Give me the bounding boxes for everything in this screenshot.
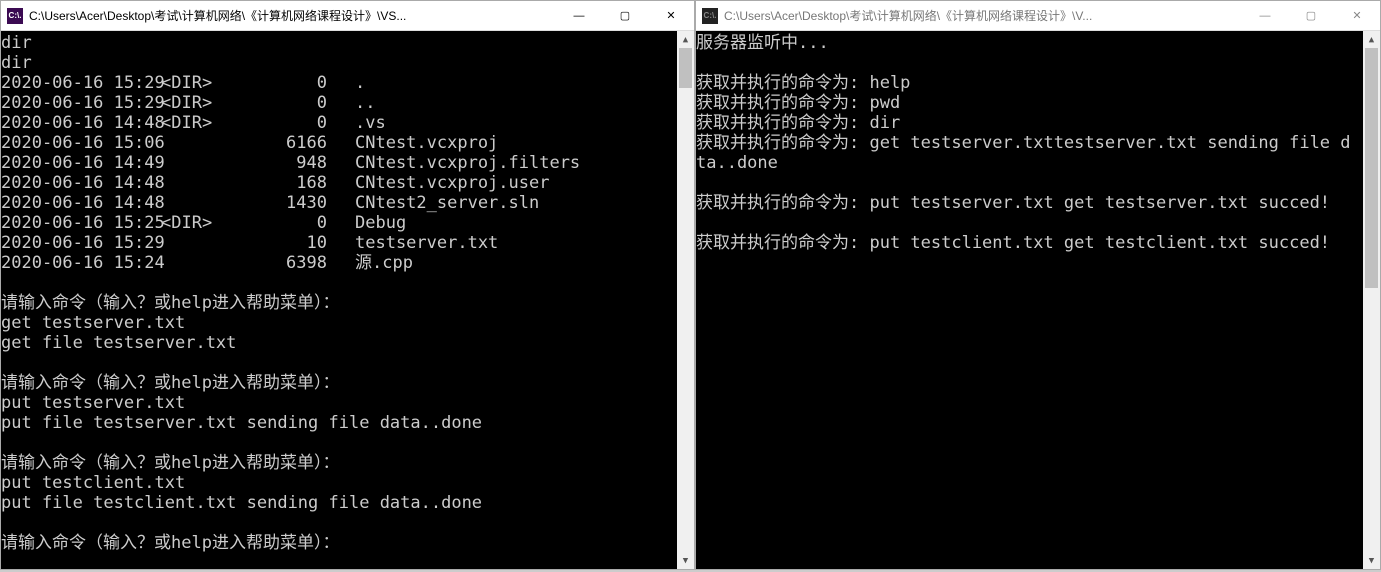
window-title-left: C:\Users\Acer\Desktop\考试\计算机网络\《计算机网络课程设…: [29, 7, 556, 24]
file-date: 2020-06-16 15:25: [1, 213, 161, 233]
file-date: 2020-06-16 14:49: [1, 153, 161, 173]
console-line: put testclient.txt: [1, 473, 677, 493]
file-name: testserver.txt: [355, 233, 498, 253]
file-date: 2020-06-16 15:24: [1, 253, 161, 273]
dir-listing-row: 2020-06-16 15:25<DIR>0 Debug: [1, 213, 677, 233]
file-size: 948: [231, 153, 331, 173]
file-name: CNtest.vcxproj: [355, 133, 498, 153]
console-line: 请输入命令（输入？或help进入帮助菜单）：: [1, 533, 677, 553]
console-line: [696, 213, 1363, 233]
console-line: put file testclient.txt sending file dat…: [1, 493, 677, 513]
scroll-track[interactable]: [677, 48, 694, 552]
file-name: CNtest.vcxproj.filters: [355, 153, 580, 173]
file-size: 1430: [231, 193, 331, 213]
console-app-icon: C:\.: [7, 8, 23, 24]
console-output-left[interactable]: dirdir2020-06-16 15:29<DIR>0.2020-06-16 …: [1, 31, 694, 569]
window-title-right: C:\Users\Acer\Desktop\考试\计算机网络\《计算机网络课程设…: [724, 7, 1242, 24]
dir-marker: <DIR>: [161, 213, 231, 233]
file-name: Debug: [355, 213, 406, 233]
console-line: [696, 53, 1363, 73]
dir-listing-row: 2020-06-16 15:29 10 testserver.txt: [1, 233, 677, 253]
file-size: 6166: [231, 133, 331, 153]
close-button[interactable]: ✕: [1334, 1, 1380, 30]
dir-listing-row: 2020-06-16 15:29<DIR>0..: [1, 93, 677, 113]
scroll-up-icon[interactable]: ▲: [677, 31, 694, 48]
vertical-scrollbar-left[interactable]: ▲ ▼: [677, 31, 694, 569]
file-date: 2020-06-16 14:48: [1, 173, 161, 193]
console-line: [1, 433, 677, 453]
file-size: 0: [231, 93, 331, 113]
scroll-up-icon[interactable]: ▲: [1363, 31, 1380, 48]
file-size: 168: [231, 173, 331, 193]
console-line: 请输入命令（输入？或help进入帮助菜单）：: [1, 453, 677, 473]
scroll-down-icon[interactable]: ▼: [1363, 552, 1380, 569]
scroll-thumb[interactable]: [1365, 48, 1378, 288]
console-line: dir: [1, 53, 677, 73]
file-size: 10: [231, 233, 331, 253]
vertical-scrollbar-right[interactable]: ▲ ▼: [1363, 31, 1380, 569]
file-name: CNtest.vcxproj.user: [355, 173, 549, 193]
file-name: .vs: [355, 113, 386, 133]
file-name: ..: [355, 93, 375, 113]
dir-listing-row: 2020-06-16 15:06 6166 CNtest.vcxproj: [1, 133, 677, 153]
minimize-button[interactable]: —: [1242, 1, 1288, 30]
console-line: [1, 353, 677, 373]
dir-listing-row: 2020-06-16 15:29<DIR>0.: [1, 73, 677, 93]
console-output-right[interactable]: 服务器监听中... 获取并执行的命令为: help获取并执行的命令为: pwd获…: [696, 31, 1380, 569]
file-name: CNtest2_server.sln: [355, 193, 539, 213]
dir-listing-row: 2020-06-16 14:48 168 CNtest.vcxproj.user: [1, 173, 677, 193]
scroll-thumb[interactable]: [679, 48, 692, 88]
close-button[interactable]: ✕: [648, 1, 694, 30]
console-line: 获取并执行的命令为: help: [696, 73, 1363, 93]
file-date: 2020-06-16 14:48: [1, 113, 161, 133]
titlebar-right[interactable]: C:\. C:\Users\Acer\Desktop\考试\计算机网络\《计算机…: [696, 1, 1380, 31]
console-line: 服务器监听中...: [696, 33, 1363, 53]
console-line: 获取并执行的命令为: dir: [696, 113, 1363, 133]
file-date: 2020-06-16 15:29: [1, 93, 161, 113]
dir-listing-row: 2020-06-16 14:49 948 CNtest.vcxproj.filter…: [1, 153, 677, 173]
console-line: ta..done: [696, 153, 1363, 173]
file-size: 0: [231, 73, 331, 93]
file-name: 源.cpp: [355, 253, 413, 273]
file-date: 2020-06-16 14:48: [1, 193, 161, 213]
console-line: put testserver.txt: [1, 393, 677, 413]
console-line: 请输入命令（输入？或help进入帮助菜单）：: [1, 293, 677, 313]
dir-marker: <DIR>: [161, 93, 231, 113]
console-line: 请输入命令（输入？或help进入帮助菜单）：: [1, 373, 677, 393]
file-size: 0: [231, 113, 331, 133]
scroll-track[interactable]: [1363, 48, 1380, 552]
console-line: get file testserver.txt: [1, 333, 677, 353]
console-line: 获取并执行的命令为: put testserver.txt get testse…: [696, 193, 1363, 213]
dir-listing-row: 2020-06-16 15:24 6398 源.cpp: [1, 253, 677, 273]
console-line: 获取并执行的命令为: put testclient.txt get testcl…: [696, 233, 1363, 253]
file-name: .: [355, 73, 365, 93]
file-date: 2020-06-16 15:06: [1, 133, 161, 153]
dir-listing-row: 2020-06-16 14:48 1430 CNtest2_server.sln: [1, 193, 677, 213]
minimize-button[interactable]: —: [556, 1, 602, 30]
file-size: 0: [231, 213, 331, 233]
console-line: put file testserver.txt sending file dat…: [1, 413, 677, 433]
file-date: 2020-06-16 15:29: [1, 233, 161, 253]
console-line: [1, 513, 677, 533]
console-window-left: C:\. C:\Users\Acer\Desktop\考试\计算机网络\《计算机…: [0, 0, 695, 570]
console-line: 获取并执行的命令为: pwd: [696, 93, 1363, 113]
console-app-icon: C:\.: [702, 8, 718, 24]
dir-listing-row: 2020-06-16 14:48<DIR>0 .vs: [1, 113, 677, 133]
scroll-down-icon[interactable]: ▼: [677, 552, 694, 569]
dir-marker: <DIR>: [161, 113, 231, 133]
titlebar-left[interactable]: C:\. C:\Users\Acer\Desktop\考试\计算机网络\《计算机…: [1, 1, 694, 31]
console-line: dir: [1, 33, 677, 53]
file-date: 2020-06-16 15:29: [1, 73, 161, 93]
console-line: [696, 173, 1363, 193]
file-size: 6398: [231, 253, 331, 273]
console-line: [1, 273, 677, 293]
dir-marker: <DIR>: [161, 73, 231, 93]
console-line: get testserver.txt: [1, 313, 677, 333]
maximize-button[interactable]: ▢: [602, 1, 648, 30]
console-line: 获取并执行的命令为: get testserver.txttestserver.…: [696, 133, 1363, 153]
console-window-right: C:\. C:\Users\Acer\Desktop\考试\计算机网络\《计算机…: [695, 0, 1381, 570]
maximize-button[interactable]: ▢: [1288, 1, 1334, 30]
